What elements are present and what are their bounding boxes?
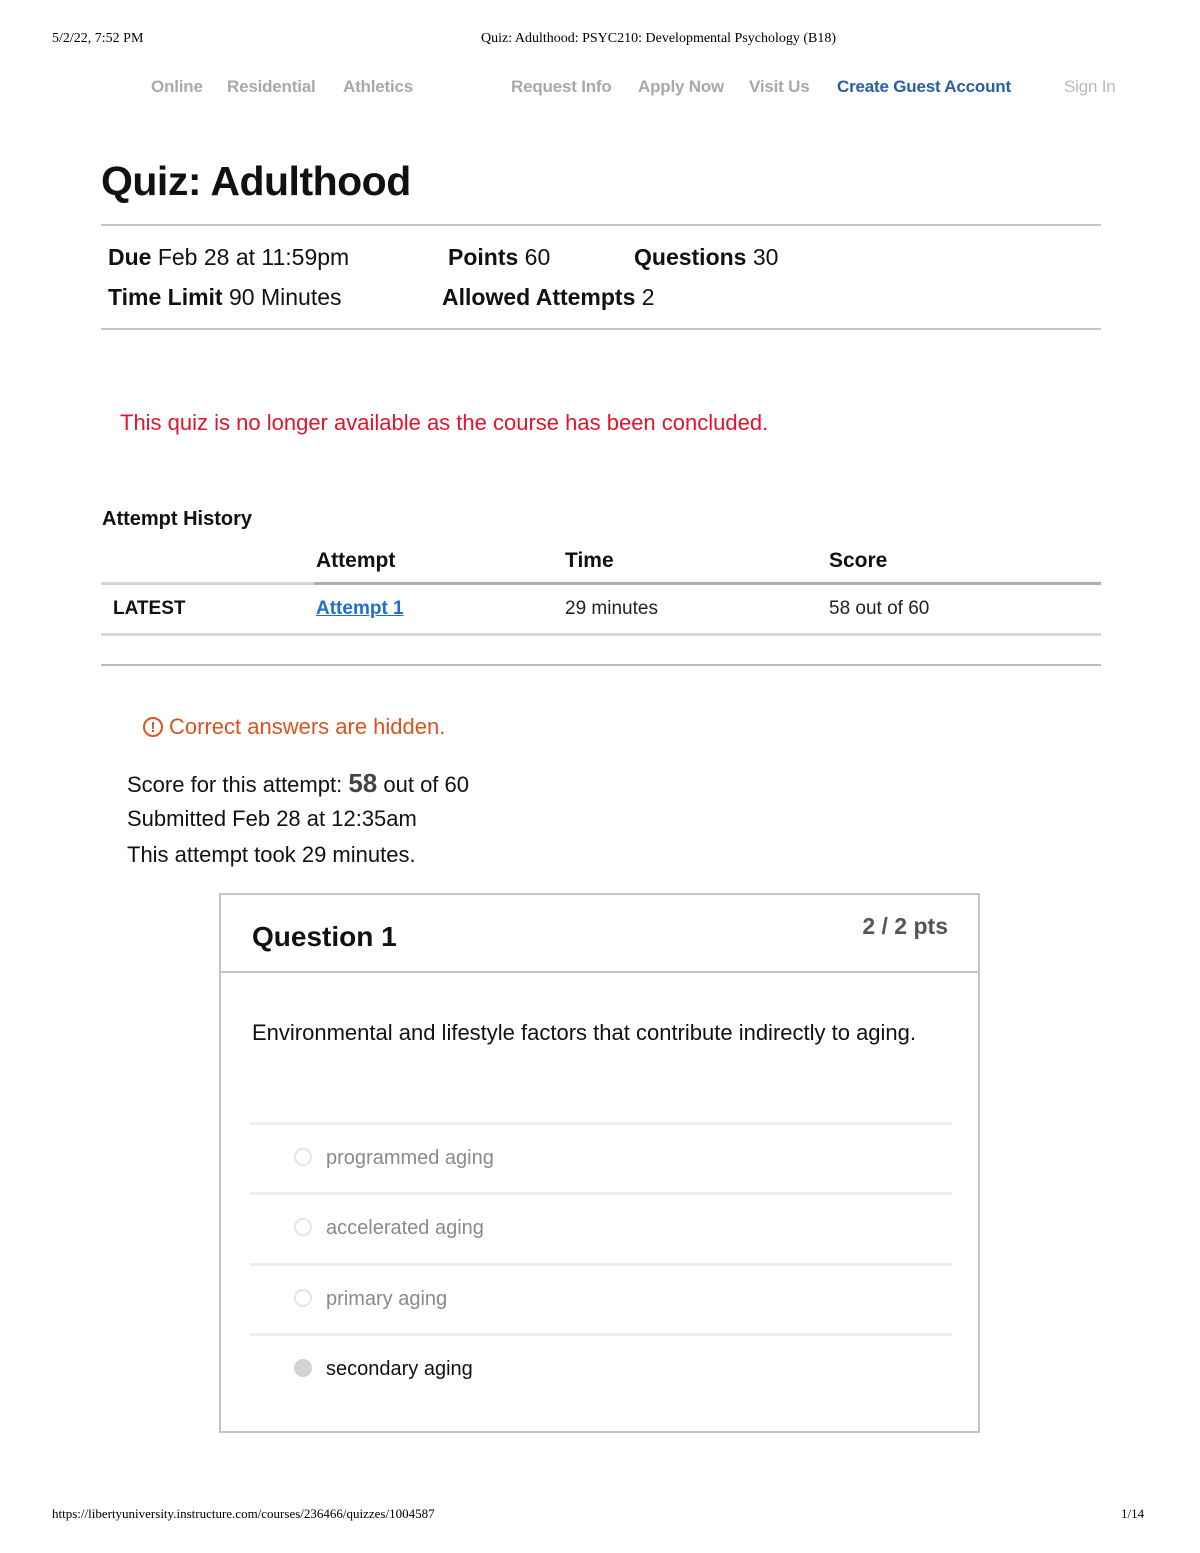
nav-visit-us[interactable]: Visit Us (749, 77, 810, 97)
attempt-1-link[interactable]: Attempt 1 (316, 598, 404, 619)
print-datetime: 5/2/22, 7:52 PM (52, 31, 144, 46)
time-limit: Time Limit 90 Minutes (108, 284, 342, 311)
warning-icon: ! (143, 717, 163, 737)
time-limit-value: 90 Minutes (229, 284, 342, 310)
radio-button-icon[interactable] (294, 1289, 312, 1307)
allowed-attempts: Allowed Attempts 2 (442, 284, 655, 311)
table-row-border (101, 633, 1101, 636)
column-header-time: Time (565, 549, 614, 572)
divider (101, 328, 1101, 330)
question-title: Question 1 (252, 921, 397, 952)
questions-value: 30 (752, 244, 779, 270)
questions-count: Questions 30 (634, 244, 778, 271)
due-value: Feb 28 at 11:59pm (157, 244, 350, 270)
sign-in-link[interactable]: Sign In (1064, 77, 1116, 97)
answer-label: programmed aging (326, 1147, 494, 1169)
answer-label: accelerated aging (326, 1217, 484, 1239)
nav-online[interactable]: Online (151, 77, 203, 97)
print-page-number: 1/14 (1121, 1506, 1145, 1521)
question-header: Question 1 2 / 2 pts (221, 895, 978, 973)
quiz-unavailable-message: This quiz is no longer available as the … (120, 410, 769, 435)
answer-option[interactable]: primary aging (250, 1263, 952, 1333)
due-date: Due Feb 28 at 11:59pm (108, 244, 349, 271)
hidden-notice-text: Correct answers are hidden. (169, 714, 446, 739)
answer-label: primary aging (326, 1288, 448, 1310)
print-page-title: Quiz: Adulthood: PSYC210: Developmental … (481, 31, 837, 46)
print-url: https://libertyuniversity.instructure.co… (52, 1506, 435, 1521)
radio-button-selected-icon[interactable] (294, 1359, 312, 1377)
submitted-time: Submitted Feb 28 at 12:35am (127, 806, 417, 831)
table-header-border (314, 582, 1101, 585)
allowed-attempts-value: 2 (641, 284, 655, 310)
answer-option[interactable]: secondary aging (250, 1333, 952, 1403)
latest-tag: LATEST (113, 598, 186, 619)
score-prefix: Score for this attempt: (127, 772, 343, 797)
divider (101, 224, 1101, 226)
points-value: 60 (524, 244, 551, 270)
attempt-history-title: Attempt History (102, 508, 253, 530)
radio-button-icon[interactable] (294, 1218, 312, 1236)
attempt-duration: This attempt took 29 minutes. (127, 842, 416, 867)
column-header-attempt: Attempt (316, 549, 396, 572)
nav-apply-now[interactable]: Apply Now (638, 77, 724, 97)
create-guest-account-link[interactable]: Create Guest Account (837, 77, 1011, 97)
attempt-score: 58 out of 60 (829, 598, 930, 619)
divider (101, 664, 1101, 666)
table-header-border (101, 582, 314, 585)
allowed-attempts-label: Allowed Attempts (442, 284, 636, 310)
question-card: Question 1 2 / 2 pts Environmental and l… (219, 893, 980, 1433)
nav-residential[interactable]: Residential (227, 77, 316, 97)
column-header-score: Score (829, 549, 888, 572)
points-label: Points (448, 244, 519, 270)
score-summary: Score for this attempt: 58 out of 60 (127, 768, 469, 799)
answer-label: secondary aging (326, 1358, 473, 1380)
question-text: Environmental and lifestyle factors that… (252, 1020, 917, 1045)
answer-option[interactable]: programmed aging (250, 1122, 952, 1192)
points: Points 60 (448, 244, 550, 271)
score-suffix: out of 60 (383, 772, 470, 797)
questions-label: Questions (634, 244, 747, 270)
score-value: 58 (348, 768, 378, 798)
radio-button-icon[interactable] (294, 1148, 312, 1166)
question-points: 2 / 2 pts (862, 913, 948, 939)
page-title: Quiz: Adulthood (101, 158, 411, 204)
nav-athletics[interactable]: Athletics (343, 77, 413, 97)
attempt-time: 29 minutes (565, 598, 658, 619)
time-limit-label: Time Limit (108, 284, 223, 310)
due-label: Due (108, 244, 152, 270)
answer-option[interactable]: accelerated aging (250, 1192, 952, 1262)
correct-answers-hidden-notice: ! Correct answers are hidden. (143, 714, 445, 740)
nav-request-info[interactable]: Request Info (511, 77, 612, 97)
